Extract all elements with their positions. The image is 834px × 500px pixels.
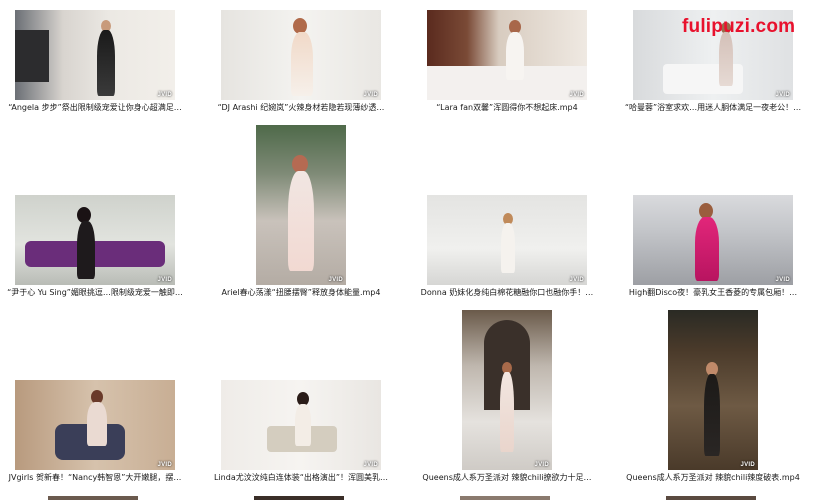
video-thumbnail: JVID	[221, 10, 381, 100]
file-item-10[interactable]: JVID Queens成人系万圣派对 辣貌chili撩欲力十足…	[412, 310, 602, 483]
file-name: Queens成人系万圣派对 辣貌chili辣度破表.mp4	[626, 473, 800, 482]
video-thumbnail: JVID	[15, 380, 175, 470]
jvid-logo: JVID	[363, 462, 378, 468]
jvid-logo: JVID	[775, 277, 790, 283]
file-name: Donna 奶妹化身纯白棉花糖融你口也融你手！…	[420, 288, 594, 297]
video-thumbnail: JVID	[462, 310, 552, 470]
file-name: Ariel春心荡漾“扭腰摆臀”释放身体能量.mp4	[221, 288, 381, 297]
jvid-logo: JVID	[740, 462, 755, 468]
file-item-7[interactable]: JVID High翻Disco夜！豪乳女王香菱的专属包厢！…	[618, 195, 808, 298]
file-name: “Lara fan双馨”浑圆得你不想起床.mp4	[436, 103, 578, 112]
file-name: “DJ Arashi 纪婉岚”火辣身材若隐若现薄纱透…	[217, 103, 385, 112]
file-name: “哈曼蓉”浴室求欢…用迷人胴体满足一夜老公！…	[624, 103, 802, 112]
video-thumbnail: JVID	[15, 195, 175, 285]
file-item-0[interactable]: JVID “Angela 步步”祭出限制级宠爱让你身心超满足…	[0, 10, 190, 113]
partial-thumbnail[interactable]	[254, 496, 344, 500]
file-item-2[interactable]: JVID “Lara fan双馨”浑圆得你不想起床.mp4	[412, 10, 602, 113]
file-name: “Angela 步步”祭出限制级宠爱让你身心超满足…	[8, 103, 182, 112]
partial-thumbnail[interactable]	[460, 496, 550, 500]
jvid-logo: JVID	[363, 92, 378, 98]
file-item-4[interactable]: JVID “尹于心 Yu Sing”媚眼挑逗…限制级宠爱一触即…	[0, 195, 190, 298]
file-item-1[interactable]: JVID “DJ Arashi 纪婉岚”火辣身材若隐若现薄纱透…	[206, 10, 396, 113]
jvid-logo: JVID	[569, 277, 584, 283]
video-thumbnail: JVID	[668, 310, 758, 470]
jvid-logo: JVID	[157, 92, 172, 98]
file-item-11[interactable]: JVID Queens成人系万圣派对 辣貌chili辣度破表.mp4	[618, 310, 808, 483]
partial-thumbnail[interactable]	[48, 496, 138, 500]
file-name: High翻Disco夜！豪乳女王香菱的专属包厢！…	[628, 288, 798, 297]
video-thumbnail: JVID	[256, 125, 346, 285]
file-name: JVgirls 贺新春！“Nancy韩智恩”大开嫩腿，摆…	[8, 473, 182, 482]
file-item-6[interactable]: JVID Donna 奶妹化身纯白棉花糖融你口也融你手！…	[412, 195, 602, 298]
jvid-logo: JVID	[775, 92, 790, 98]
video-thumbnail: JVID	[15, 10, 175, 100]
video-thumbnail: JVID	[427, 10, 587, 100]
file-name: Linda尤汶汶纯白连体装“出格演出”！浑圆美乳…	[213, 473, 389, 482]
jvid-logo: JVID	[534, 462, 549, 468]
video-thumbnail: JVID	[633, 195, 793, 285]
partial-thumbnail[interactable]	[666, 496, 756, 500]
file-item-8[interactable]: JVID JVgirls 贺新春！“Nancy韩智恩”大开嫩腿，摆…	[0, 380, 190, 483]
jvid-logo: JVID	[328, 277, 343, 283]
video-thumbnail: JVID	[221, 380, 381, 470]
file-item-5[interactable]: JVID Ariel春心荡漾“扭腰摆臀”释放身体能量.mp4	[206, 125, 396, 298]
file-name: Queens成人系万圣派对 辣貌chili撩欲力十足…	[422, 473, 592, 482]
file-item-9[interactable]: JVID Linda尤汶汶纯白连体装“出格演出”！浑圆美乳…	[206, 380, 396, 483]
jvid-logo: JVID	[157, 277, 172, 283]
video-thumbnail: JVID	[427, 195, 587, 285]
jvid-logo: JVID	[569, 92, 584, 98]
site-watermark: fulipuzi.com	[682, 16, 796, 37]
jvid-logo: JVID	[157, 462, 172, 468]
file-name: “尹于心 Yu Sing”媚眼挑逗…限制级宠爱一触即…	[7, 288, 183, 297]
